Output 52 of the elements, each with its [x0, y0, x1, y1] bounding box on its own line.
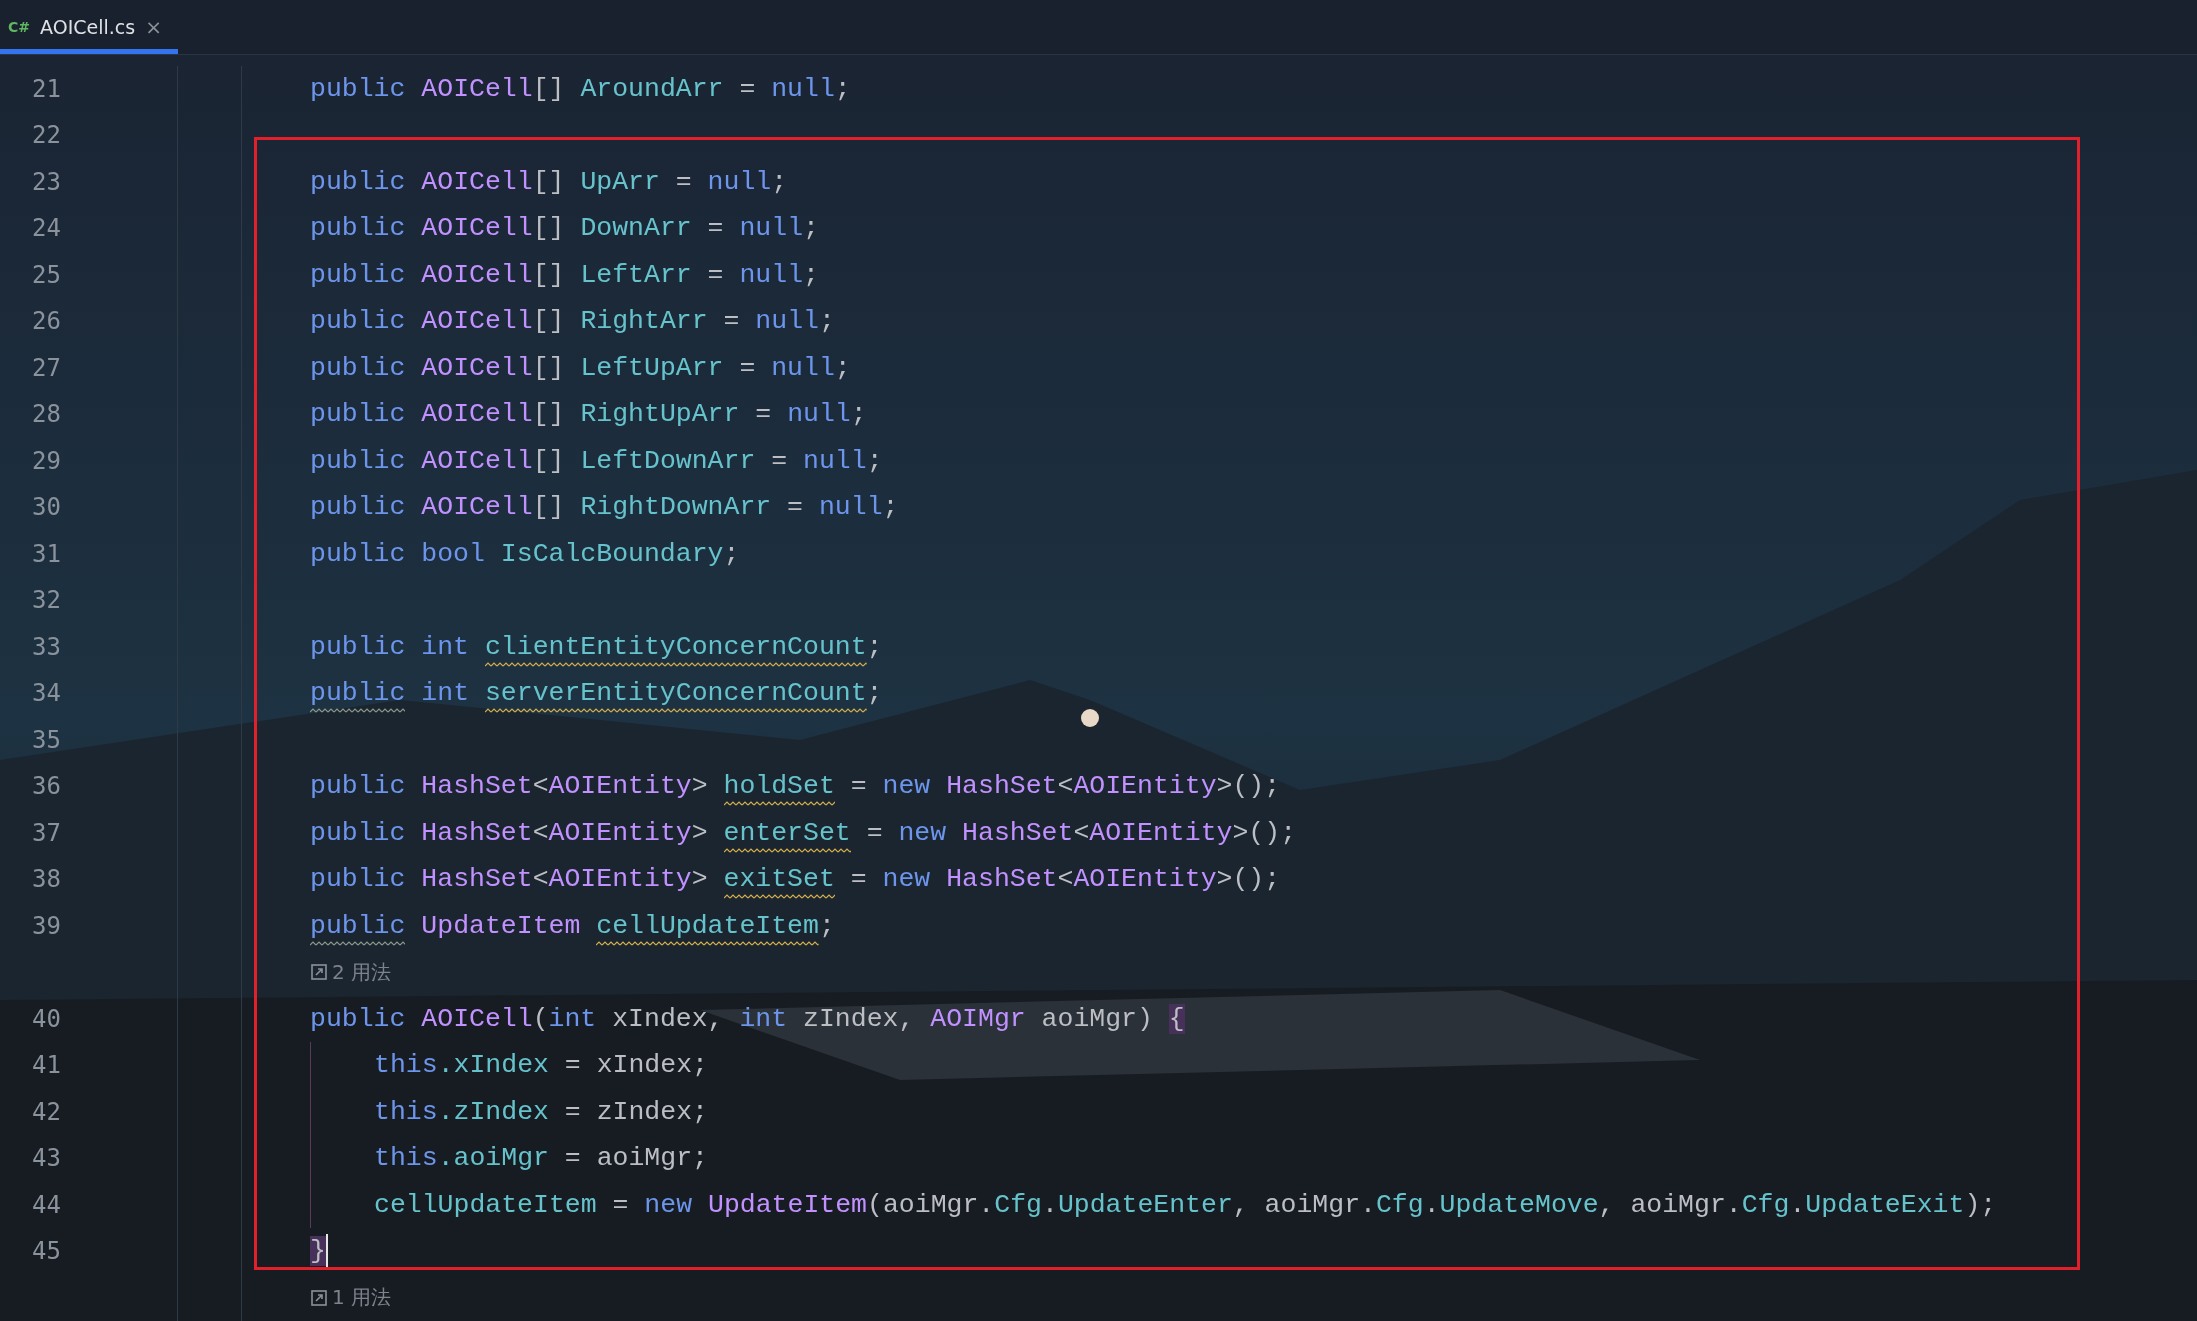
line-number: 25 — [32, 260, 61, 289]
code-line: public AOICell[] RightDownArr = null; — [310, 492, 899, 523]
csharp-file-label: C# — [8, 18, 30, 35]
file-tab[interactable]: C# AOICell.cs × — [0, 0, 178, 54]
line-number: 28 — [32, 400, 61, 429]
line-number: 38 — [32, 865, 61, 894]
line-number: 43 — [32, 1144, 61, 1173]
code-line: public AOICell[] RightUpArr = null; — [310, 399, 867, 430]
code-line: public UpdateItem cellUpdateItem; — [310, 910, 835, 941]
code-line: this.xIndex = xIndex; — [374, 1050, 708, 1081]
line-number: 24 — [32, 214, 61, 243]
code-line: public AOICell(int xIndex, int zIndex, AOIMgr aoiMgr) { — [310, 1003, 1185, 1034]
code-line: public AOICell[] LeftArr = null; — [310, 259, 819, 290]
tab-title: AOICell.cs — [40, 15, 136, 38]
line-number: 27 — [32, 353, 61, 382]
usages-hint[interactable]: 1 用法 — [310, 1284, 392, 1312]
code-line: public int serverEntityConcernCount; — [310, 678, 883, 709]
line-number: 29 — [32, 446, 61, 475]
line-number: 45 — [32, 1237, 61, 1266]
code-line: public HashSet<AOIEntity> exitSet = new HashSet<AOIEntity>(); — [310, 864, 1281, 895]
line-number: 36 — [32, 772, 61, 801]
line-number: 41 — [32, 1051, 61, 1080]
code-line: this.zIndex = zIndex; — [374, 1096, 708, 1127]
code-line: public bool IsCalcBoundary; — [310, 538, 740, 569]
line-number: 42 — [32, 1097, 61, 1126]
line-number: 44 — [32, 1190, 61, 1219]
line-number: 26 — [32, 307, 61, 336]
code-line: cellUpdateItem = new UpdateItem(aoiMgr.Cfg.UpdateEnter, aoiMgr.Cfg.UpdateMove, aoiMgr.Cfg.UpdateExit); — [374, 1189, 1997, 1220]
code-line: public int clientEntityConcernCount; — [310, 631, 883, 662]
line-number: 31 — [32, 539, 61, 568]
code-line: public HashSet<AOIEntity> holdSet = new HashSet<AOIEntity>(); — [310, 771, 1281, 802]
line-number: 23 — [32, 167, 61, 196]
code-line: this.aoiMgr = aoiMgr; — [374, 1143, 708, 1174]
line-number: 40 — [32, 1004, 61, 1033]
line-number: 33 — [32, 632, 61, 661]
code-line: public AOICell[] RightArr = null; — [310, 306, 835, 337]
line-number: 34 — [32, 679, 61, 708]
line-number: 37 — [32, 818, 61, 847]
line-number: 21 — [32, 74, 61, 103]
code-line: public HashSet<AOIEntity> enterSet = new HashSet<AOIEntity>(); — [310, 817, 1297, 848]
line-number: 32 — [32, 586, 61, 615]
close-tab-button[interactable]: × — [145, 14, 162, 39]
line-number: 30 — [32, 493, 61, 522]
code-line: public AOICell[] AroundArr = null; — [310, 73, 851, 104]
line-number: 39 — [32, 911, 61, 940]
code-line: public AOICell[] UpArr = null; — [310, 166, 788, 197]
line-number: 35 — [32, 725, 61, 754]
usages-hint[interactable]: 2 用法 — [310, 958, 392, 986]
code-line: public AOICell[] DownArr = null; — [310, 213, 819, 244]
code-line: public AOICell[] LeftUpArr = null; — [310, 352, 851, 383]
line-number: 22 — [32, 121, 61, 150]
code-line: public AOICell[] LeftDownArr = null; — [310, 445, 883, 476]
